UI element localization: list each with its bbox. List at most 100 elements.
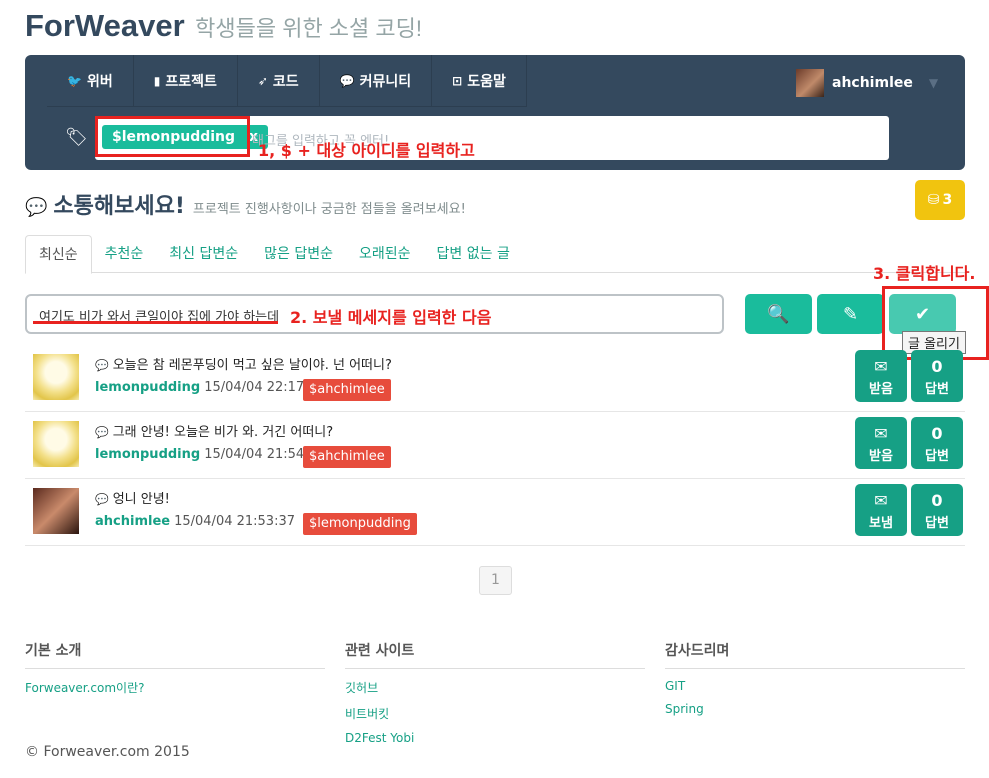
received-button[interactable]: ✉ 받음: [855, 350, 907, 402]
database-icon: ⛁: [927, 192, 940, 208]
gamepad-icon: ⊡: [452, 74, 463, 88]
reply-count: 0: [931, 491, 943, 510]
list-item: 💬 오늘은 참 레몬푸딩이 먹고 싶은 날이야. 넌 어떠니? lemonpudd…: [25, 345, 965, 412]
box-label: 보냄: [869, 516, 893, 531]
envelope-icon: ✉: [874, 424, 888, 443]
reply-label: 답변: [925, 382, 949, 397]
footer-link-bitbucket[interactable]: 비트버킷: [345, 705, 645, 722]
post-text[interactable]: 💬 오늘은 참 레몬푸딩이 먹고 싶은 날이야. 넌 어떠니?: [95, 354, 392, 373]
tag-icon: 🏷: [65, 127, 88, 148]
coin-count: 3: [942, 192, 953, 208]
annotation-step1: 1, $ + 대상 아이디를 입력하고: [258, 141, 475, 160]
post-date: 15/04/04 21:53:37: [174, 514, 295, 529]
footer-link-github[interactable]: 깃허브: [345, 679, 645, 696]
footer-related: 관련 사이트 깃허브 비트버킷 D2Fest Yobi: [345, 640, 645, 745]
sort-tabs: 최신순 추천순 최신 답변순 많은 답변순 오래된순 답변 없는 글: [25, 235, 965, 274]
annotation-step3: 3. 클릭합니다.: [873, 264, 976, 283]
nav-item-label: 커뮤니티: [359, 74, 412, 90]
reply-count: 0: [931, 357, 943, 376]
reply-button[interactable]: 0 답변: [911, 417, 963, 469]
footer-link-spring[interactable]: Spring: [665, 702, 965, 716]
user-menu[interactable]: ahchimlee ▼: [796, 69, 938, 97]
nav-item-label: 위버: [86, 74, 113, 90]
comments-icon: 💬: [339, 74, 355, 88]
box-label: 받음: [869, 449, 893, 464]
section-title: 소통해보세요!: [53, 194, 185, 219]
tab-oldest[interactable]: 오래된순: [346, 235, 424, 273]
pencil-icon: ✎: [842, 303, 859, 325]
avatar[interactable]: [33, 421, 79, 467]
comment-icon: 💬: [95, 426, 109, 439]
envelope-icon: ✉: [874, 357, 888, 376]
comments-icon: 💬: [25, 197, 48, 218]
nav-item-help[interactable]: ⊡ 도움말: [432, 55, 527, 107]
brand-name[interactable]: ForWeaver: [25, 8, 185, 43]
post-meta: lemonpudding 15/04/04 21:54:28: [95, 447, 325, 462]
box-label: 받음: [869, 382, 893, 397]
section-subtitle: 프로젝트 진행사항이나 궁금한 점들을 올려보세요!: [192, 202, 466, 217]
reply-button[interactable]: 0 답변: [911, 350, 963, 402]
post-author[interactable]: ahchimlee: [95, 514, 170, 529]
search-icon: 🔍: [767, 303, 790, 325]
rocket-icon: ➶: [257, 74, 268, 88]
nav-item-label: 프로젝트: [165, 74, 217, 90]
nav-item-weaver[interactable]: 🐦 위버: [47, 55, 134, 107]
list-item: 💬 그래 안녕! 오늘은 비가 와. 거긴 어떠니? lemonpudding 15…: [25, 412, 965, 479]
post-text[interactable]: 💬 그래 안녕! 오늘은 비가 와. 거긴 어떠니?: [95, 421, 333, 440]
avatar[interactable]: [33, 488, 79, 534]
nav-item-label: 도움말: [467, 74, 506, 90]
tab-latest-answer[interactable]: 최신 답변순: [156, 235, 251, 273]
user-name: ahchimlee: [832, 75, 913, 91]
avatar[interactable]: [33, 354, 79, 400]
copyright: © Forweaver.com 2015: [25, 744, 190, 760]
section-heading: 💬 소통해보세요! 프로젝트 진행사항이나 궁금한 점들을 올려보세요!: [25, 188, 466, 220]
footer-heading: 관련 사이트: [345, 640, 645, 669]
received-button[interactable]: ✉ 받음: [855, 417, 907, 469]
bookmark-icon: ▮: [153, 74, 161, 88]
page-button[interactable]: 1: [479, 566, 512, 595]
post-meta: ahchimlee 15/04/04 21:53:37: [95, 514, 295, 529]
site-title: ForWeaver 학생들을 위한 소셜 코딩!: [25, 8, 422, 44]
footer-link-d2fest[interactable]: D2Fest Yobi: [345, 731, 645, 745]
tab-unanswered[interactable]: 답변 없는 글: [424, 235, 523, 273]
reply-label: 답변: [925, 516, 949, 531]
sent-button[interactable]: ✉ 보냄: [855, 484, 907, 536]
annotation-underline: [33, 321, 278, 324]
comment-icon: 💬: [95, 359, 109, 372]
reply-label: 답변: [925, 449, 949, 464]
footer-link-git[interactable]: GIT: [665, 679, 965, 693]
avatar: [796, 69, 824, 97]
footer-heading: 감사드리며: [665, 640, 965, 669]
post-meta: lemonpudding 15/04/04 22:17:27: [95, 380, 325, 395]
reply-count: 0: [931, 424, 943, 443]
envelope-icon: ✉: [874, 491, 888, 510]
target-tag[interactable]: $lemonpudding: [303, 513, 417, 535]
tab-recommended[interactable]: 추천순: [92, 235, 157, 273]
site-slogan: 학생들을 위한 소셜 코딩!: [195, 16, 422, 41]
tab-most-answers[interactable]: 많은 답변순: [251, 235, 346, 273]
reply-button[interactable]: 0 답변: [911, 484, 963, 536]
footer-about: 기본 소개 Forweaver.com이란?: [25, 640, 325, 696]
nav-item-code[interactable]: ➶ 코드: [238, 55, 320, 107]
nav-item-project[interactable]: ▮ 프로젝트: [134, 55, 238, 107]
footer-heading: 기본 소개: [25, 640, 325, 669]
comment-icon: 💬: [95, 493, 109, 506]
search-button[interactable]: 🔍: [745, 294, 812, 334]
post-text[interactable]: 💬 엉니 안녕!: [95, 488, 170, 507]
post-author[interactable]: lemonpudding: [95, 447, 200, 462]
target-tag[interactable]: $ahchimlee: [303, 446, 391, 468]
list-item: 💬 엉니 안녕! ahchimlee 15/04/04 21:53:37 $lemo…: [25, 479, 965, 546]
annotation-step2: 2. 보낼 메세지를 입력한 다음: [290, 308, 492, 327]
coin-badge[interactable]: ⛁ 3: [915, 180, 965, 220]
nav-item-label: 코드: [272, 74, 299, 90]
target-tag[interactable]: $ahchimlee: [303, 379, 391, 401]
twitter-icon: 🐦: [67, 74, 82, 88]
edit-button[interactable]: ✎: [817, 294, 884, 334]
post-author[interactable]: lemonpudding: [95, 380, 200, 395]
footer-thanks: 감사드리며 GIT Spring: [665, 640, 965, 716]
tab-latest[interactable]: 최신순: [25, 235, 92, 274]
footer-link-about[interactable]: Forweaver.com이란?: [25, 679, 325, 696]
chevron-down-icon: ▼: [928, 76, 939, 90]
nav-item-community[interactable]: 💬 커뮤니티: [320, 55, 433, 107]
annotation-box-tag: [95, 116, 250, 157]
